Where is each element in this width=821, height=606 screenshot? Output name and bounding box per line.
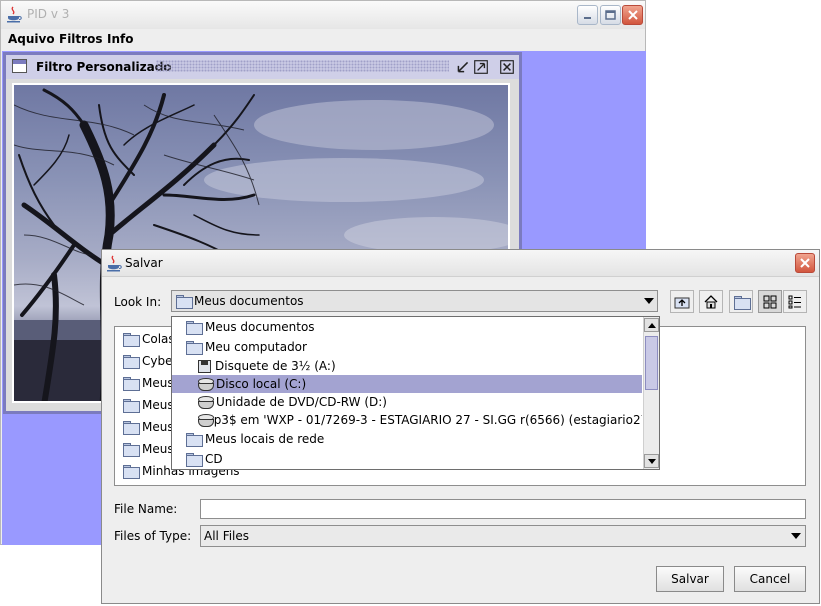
files-of-type-label: Files of Type:: [114, 529, 192, 543]
java-cup-icon: [7, 6, 22, 23]
minimize-button[interactable]: [577, 5, 598, 25]
save-button[interactable]: Salvar: [656, 566, 724, 592]
folder-icon: [123, 355, 140, 369]
up-folder-icon: [674, 297, 690, 308]
files-of-type-value: All Files: [204, 529, 250, 543]
dropdown-item-disco-local[interactable]: Disco local (C:): [172, 375, 642, 393]
folder-icon: [186, 321, 203, 335]
dropdown-item-meu-computador[interactable]: Meu computador: [172, 338, 642, 356]
folder-icon: [123, 399, 140, 413]
dropdown-scrollbar[interactable]: [643, 317, 659, 469]
list-view-button[interactable]: [758, 290, 782, 313]
new-folder-button[interactable]: [729, 290, 753, 313]
list-item[interactable]: Cyber: [119, 352, 177, 370]
dropdown-item-network-drive[interactable]: mp3$ em 'WXP - 01/7269-3 - ESTAGIARIO 27…: [172, 411, 642, 429]
folder-icon: [123, 377, 140, 391]
folder-icon: [186, 341, 203, 355]
home-button[interactable]: [699, 290, 723, 313]
details-view-icon: [788, 295, 801, 308]
main-title-bar[interactable]: PID v 3: [1, 1, 645, 29]
dropdown-item-dvd[interactable]: Unidade de DVD/CD-RW (D:): [172, 393, 642, 411]
maximize-button[interactable]: [600, 5, 621, 25]
frame-icon: [12, 59, 27, 73]
menu-info[interactable]: Info: [107, 32, 133, 46]
drive-icon: [198, 378, 214, 391]
folder-icon: [176, 295, 193, 309]
close-icon: [800, 258, 810, 268]
chevron-down-icon: [647, 458, 656, 464]
drive-icon: [198, 396, 214, 409]
save-dialog: Salvar Look In: Meus documentos Colas Cy…: [101, 249, 820, 604]
internal-frame-title: Filtro Personalizado: [36, 60, 172, 74]
dialog-close-button[interactable]: [795, 253, 815, 273]
scroll-up-button[interactable]: [644, 318, 659, 332]
dialog-title-bar[interactable]: Salvar: [102, 250, 819, 277]
look-in-value: Meus documentos: [194, 294, 304, 308]
list-view-icon: [763, 295, 777, 308]
close-button[interactable]: [622, 5, 643, 25]
chevron-down-icon: [791, 533, 801, 539]
title-grip: [156, 60, 449, 72]
folder-icon: [186, 433, 203, 447]
folder-icon: [123, 421, 140, 435]
dropdown-item-meus-documentos[interactable]: Meus documentos: [172, 318, 642, 336]
dropdown-item-meus-locais-de-rede[interactable]: Meus locais de rede: [172, 430, 642, 448]
look-in-combo[interactable]: Meus documentos: [171, 290, 658, 312]
cancel-button[interactable]: Cancel: [734, 566, 806, 592]
menu-bar: Aquivo Filtros Info: [1, 29, 645, 51]
scroll-down-button[interactable]: [644, 454, 659, 468]
up-one-level-button[interactable]: [670, 290, 694, 313]
list-item[interactable]: Meus: [119, 418, 174, 436]
chevron-up-icon: [647, 322, 656, 328]
look-in-label: Look In:: [114, 295, 162, 309]
menu-filtros[interactable]: Filtros: [59, 32, 102, 46]
file-name-label: File Name:: [114, 502, 178, 516]
look-in-dropdown[interactable]: Meus documentos Meu computador Disquete …: [171, 316, 660, 470]
home-icon: [704, 295, 718, 309]
maximize-icon: [605, 10, 616, 20]
dialog-title: Salvar: [125, 256, 163, 270]
chevron-down-icon: [644, 298, 654, 304]
file-name-field[interactable]: [200, 499, 806, 519]
folder-icon: [123, 333, 140, 347]
list-item[interactable]: Meus: [119, 374, 174, 392]
window-title: PID v 3: [27, 7, 70, 21]
dropdown-item-disquete[interactable]: Disquete de 3½ (A:): [172, 357, 642, 375]
menu-aquivo[interactable]: Aquivo: [8, 32, 55, 46]
files-of-type-combo[interactable]: All Files: [200, 525, 806, 547]
close-frame-icon[interactable]: [499, 59, 515, 75]
list-item[interactable]: Colas: [119, 330, 175, 348]
close-icon: [627, 10, 638, 20]
list-item[interactable]: Meus: [119, 440, 174, 458]
internal-frame-title-bar[interactable]: Filtro Personalizado: [6, 55, 519, 79]
folder-icon: [123, 443, 140, 457]
new-folder-icon: [733, 295, 751, 310]
java-cup-icon: [107, 255, 122, 272]
scroll-thumb[interactable]: [645, 336, 658, 390]
minimize-icon: [584, 16, 591, 19]
floppy-icon: [198, 359, 211, 373]
details-view-button[interactable]: [783, 290, 807, 313]
folder-icon: [186, 453, 203, 467]
iconify-icon[interactable]: [455, 59, 471, 75]
list-item[interactable]: Meus: [119, 396, 174, 414]
dropdown-item-cd[interactable]: CD: [172, 450, 642, 468]
maximize-frame-icon[interactable]: [473, 59, 489, 75]
folder-icon: [123, 465, 140, 479]
